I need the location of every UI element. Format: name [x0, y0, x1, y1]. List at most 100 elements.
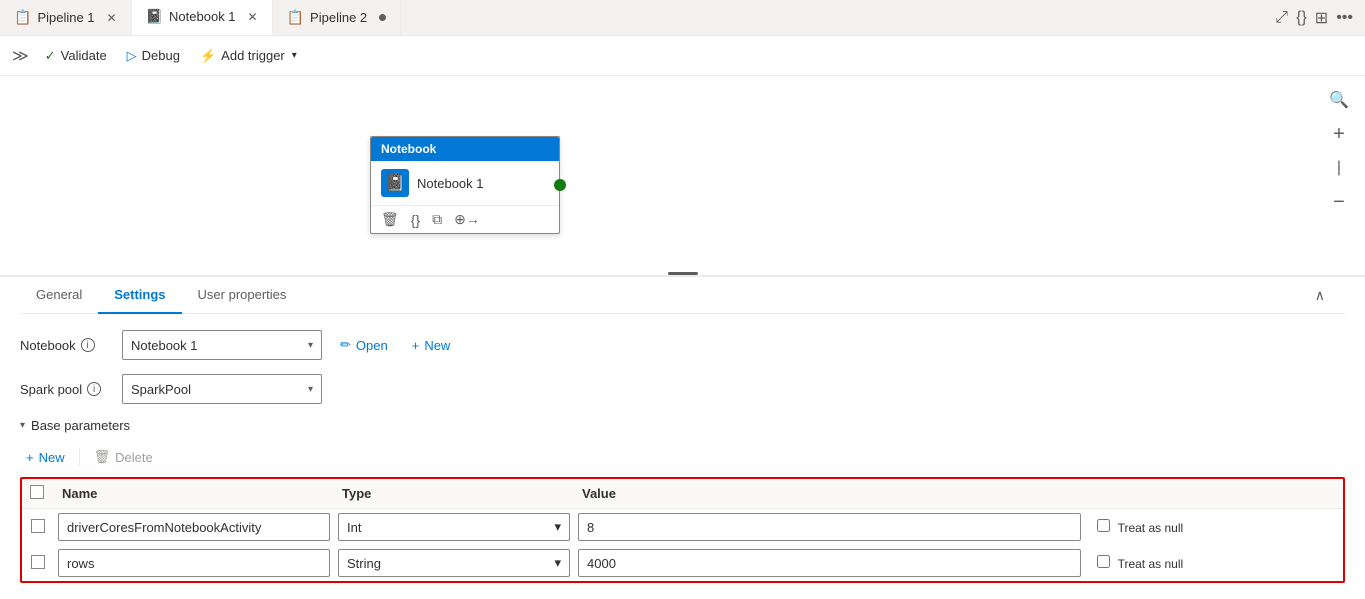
row2-type-cell: String ▾ — [334, 545, 574, 581]
notebook-label: Notebook i — [20, 338, 110, 353]
tab-actions: ⤢ {} ⊞ ••• — [1275, 8, 1365, 28]
settings-tabs-nav: General Settings User properties ∧ — [20, 277, 1345, 314]
tab-user-properties[interactable]: User properties — [182, 277, 303, 314]
canvas-area: Notebook 📓 Notebook 1 🗑 {} ⧉ ⊕→ 🔍 + | − — [0, 76, 1365, 276]
add-trigger-chevron: ▾ — [292, 50, 297, 61]
panel-resize-handle[interactable] — [668, 272, 698, 275]
code-icon[interactable]: {} — [1296, 9, 1307, 27]
spark-pool-form-row: Spark pool i SparkPool ▾ — [20, 374, 1345, 404]
debug-button[interactable]: ▷ Debug — [119, 44, 188, 68]
grid-icon[interactable]: ⊞ — [1315, 8, 1328, 28]
search-canvas-button[interactable]: 🔍 — [1325, 86, 1353, 114]
notebook-info-icon[interactable]: i — [81, 338, 95, 352]
notebook-select-arrow: ▾ — [308, 340, 313, 351]
notebook-copy-icon[interactable]: ⧉ — [432, 211, 442, 228]
tab-pipeline1[interactable]: 📋 Pipeline 1 ✕ — [0, 0, 132, 35]
more-options-icon[interactable]: ••• — [1336, 9, 1353, 27]
zoom-slider[interactable]: | — [1325, 154, 1353, 182]
card-connector — [554, 179, 566, 191]
sidebar-expand-icon[interactable]: ≫ — [12, 46, 29, 66]
notebook-card-body: 📓 Notebook 1 — [371, 161, 559, 206]
main-toolbar: ≫ ✓ Validate ▷ Debug ⚡ Add trigger ▾ — [0, 36, 1365, 76]
panel-collapse-button[interactable]: ∧ — [1315, 277, 1325, 314]
base-params-chevron: ▾ — [20, 420, 25, 431]
th-name: Name — [54, 479, 334, 509]
header-checkbox[interactable] — [30, 485, 44, 499]
th-treat-null — [1085, 479, 1343, 509]
tab-notebook1[interactable]: 📓 Notebook 1 ✕ — [132, 0, 273, 35]
notebook-select[interactable]: Notebook 1 ▾ — [122, 330, 322, 360]
bottom-panel: General Settings User properties ∧ Noteb… — [0, 277, 1365, 599]
th-value: Value — [574, 479, 1085, 509]
row2-name-cell — [54, 545, 334, 581]
checkmark-icon: ✓ — [45, 48, 56, 64]
row2-checkbox-cell — [22, 545, 54, 581]
add-trigger-button[interactable]: ⚡ Add trigger ▾ — [192, 44, 305, 68]
table-row: String ▾ Treat as null — [22, 545, 1343, 581]
table-header-row: Name Type Value — [22, 479, 1343, 509]
pipeline2-icon: 📋 — [287, 9, 304, 26]
row1-treat-null-cell: Treat as null — [1085, 509, 1343, 546]
tab-pipeline1-close[interactable]: ✕ — [107, 11, 117, 25]
row1-checkbox[interactable] — [31, 519, 45, 533]
row2-value-input[interactable] — [578, 549, 1081, 577]
spark-pool-label: Spark pool i — [20, 382, 110, 397]
validate-button[interactable]: ✓ Validate — [37, 44, 115, 68]
plus-icon: + — [412, 338, 420, 353]
params-toolbar-divider — [79, 448, 80, 466]
params-table: Name Type Value — [22, 479, 1343, 581]
new-param-button[interactable]: + New — [20, 446, 71, 469]
row2-value-cell — [574, 545, 1085, 581]
row1-name-input[interactable] — [58, 513, 330, 541]
row1-type-select[interactable]: Int ▾ — [338, 513, 570, 541]
row1-type-cell: Int ▾ — [334, 509, 574, 546]
bottom-panel-container: General Settings User properties ∧ Noteb… — [0, 276, 1365, 599]
row2-type-select[interactable]: String ▾ — [338, 549, 570, 577]
row1-treat-null-label: Treat as null — [1089, 521, 1183, 535]
tab-notebook1-label: Notebook 1 — [169, 9, 236, 24]
notebook-card-icon: 📓 — [381, 169, 409, 197]
new-param-plus-icon: + — [26, 450, 34, 465]
notebook-activity-card[interactable]: Notebook 📓 Notebook 1 🗑 {} ⧉ ⊕→ — [370, 136, 560, 234]
row1-name-cell — [54, 509, 334, 546]
tab-notebook1-close[interactable]: ✕ — [248, 10, 258, 24]
zoom-in-button[interactable]: + — [1325, 120, 1353, 148]
params-toolbar: + New 🗑 Delete — [20, 445, 1345, 469]
delete-param-button[interactable]: 🗑 Delete — [88, 445, 159, 469]
spark-pool-info-icon[interactable]: i — [87, 382, 101, 396]
row1-type-arrow: ▾ — [554, 519, 561, 535]
row1-value-input[interactable] — [578, 513, 1081, 541]
row1-value-cell — [574, 509, 1085, 546]
notebook-card-name: Notebook 1 — [417, 176, 484, 191]
row2-checkbox[interactable] — [31, 555, 45, 569]
row2-name-input[interactable] — [58, 549, 330, 577]
table-row: Int ▾ Treat as null — [22, 509, 1343, 546]
notebook-card-footer: 🗑 {} ⧉ ⊕→ — [371, 206, 559, 233]
canvas-tools: 🔍 + | − — [1325, 86, 1353, 216]
pencil-icon: ✏ — [340, 337, 351, 353]
row1-treat-null-checkbox[interactable] — [1097, 519, 1110, 532]
row2-treat-null-checkbox[interactable] — [1097, 555, 1110, 568]
row2-type-arrow: ▾ — [554, 555, 561, 571]
new-notebook-button[interactable]: + New — [406, 338, 457, 353]
base-parameters-header[interactable]: ▾ Base parameters — [20, 418, 1345, 433]
params-table-wrapper: Name Type Value — [20, 477, 1345, 583]
tab-bar: 📋 Pipeline 1 ✕ 📓 Notebook 1 ✕ 📋 Pipeline… — [0, 0, 1365, 36]
row1-checkbox-cell — [22, 509, 54, 546]
notebook-code-icon[interactable]: {} — [411, 212, 420, 228]
tab-pipeline2[interactable]: 📋 Pipeline 2 — [273, 0, 402, 35]
notebook-card-header: Notebook — [371, 137, 559, 161]
tab-pipeline1-label: Pipeline 1 — [37, 10, 94, 25]
notebook-arrow-icon[interactable]: ⊕→ — [454, 211, 480, 228]
zoom-out-button[interactable]: − — [1325, 188, 1353, 216]
pipeline1-icon: 📋 — [14, 9, 31, 26]
spark-pool-select[interactable]: SparkPool ▾ — [122, 374, 322, 404]
open-notebook-button[interactable]: ✏ Open — [334, 337, 394, 353]
tab-pipeline2-dot — [379, 14, 386, 21]
tab-settings[interactable]: Settings — [98, 277, 181, 314]
th-checkbox — [22, 479, 54, 509]
notebook-delete-icon[interactable]: 🗑 — [381, 211, 399, 228]
tab-general[interactable]: General — [20, 277, 98, 314]
expand-icon[interactable]: ⤢ — [1275, 9, 1288, 27]
play-icon: ▷ — [127, 48, 137, 64]
